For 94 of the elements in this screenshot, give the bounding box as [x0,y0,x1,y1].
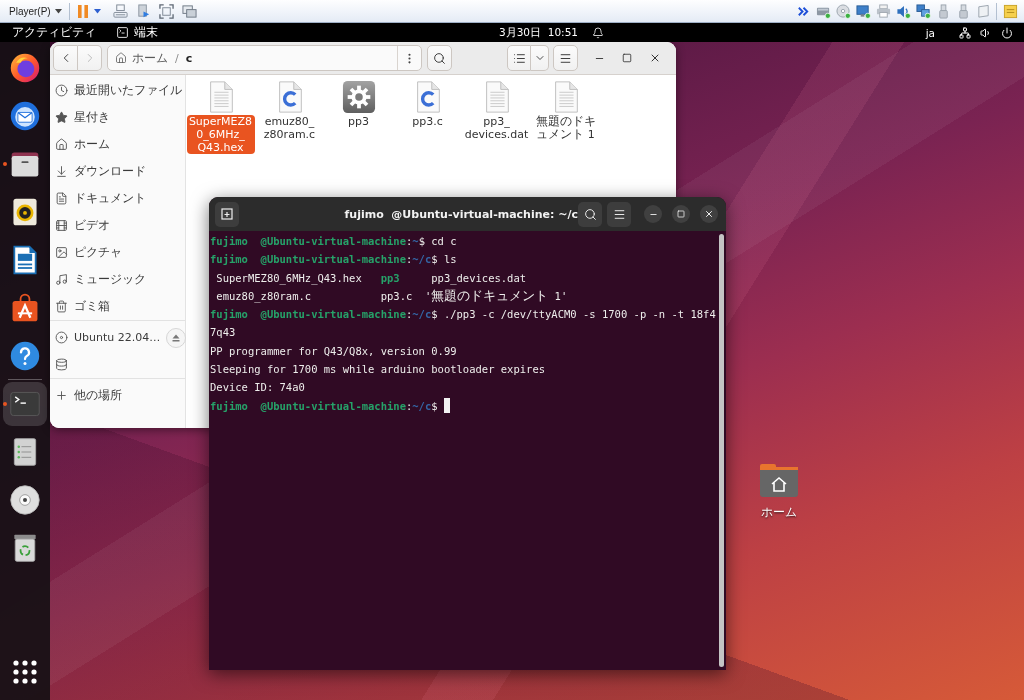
terminal-line: emuz80_z80ram.c pp3.c '無題のドキュメント 1' [215,286,568,305]
overlapping-windows-icon[interactable] [181,3,197,19]
sidebar-item[interactable]: 星付き [50,104,185,131]
close-icon [649,52,661,64]
film-icon [55,219,68,232]
eject-icon [172,333,181,342]
disc-icon[interactable] [836,3,851,19]
clock-icon [55,84,68,97]
terminal-line: fujimo @Ubuntu-virtual-machine:~/c$ ./pp3 -c /dev/ttyACM0 -s 1700 -p -n -t 18f4 [210,307,716,323]
plus-icon [55,389,68,402]
file-item[interactable]: 無題のドキュメント 1 [531,80,600,154]
document-icon [55,192,68,205]
sidebar-item[interactable]: ミュージック [50,266,185,293]
bell-icon [592,26,604,39]
close-button[interactable] [700,205,718,223]
path-segment[interactable]: c [185,51,193,65]
sidebar-item[interactable]: ホーム [50,131,185,158]
sidebar-item[interactable]: ビデオ [50,212,185,239]
note-icon[interactable] [1003,3,1018,19]
activities-button[interactable]: アクティビティ [12,24,96,41]
help-icon [9,340,41,372]
terminal-line: 7q43 [210,325,236,341]
menu-button[interactable] [607,201,631,227]
minimize-button[interactable] [644,205,662,223]
home-icon [115,52,127,64]
search-icon [433,51,446,65]
search-button[interactable] [578,201,602,227]
monitors-icon[interactable] [916,3,931,19]
network-icon [959,26,971,39]
terminal-line: Sleeping for 1700 ms while arduino bootloader expires [210,362,546,378]
menu-button[interactable] [553,45,578,71]
power-icon [1001,26,1013,39]
player-menu[interactable]: Player(P) [7,1,64,21]
caret-icon [54,8,62,14]
terminal-line: fujimo @Ubuntu-virtual-machine:~/c$ [210,398,439,414]
view-button[interactable] [507,45,531,71]
caret-icon [93,8,101,14]
path-separator: / [175,51,179,65]
disc-icon [55,331,68,344]
gear-icon [341,80,376,114]
sidebar-item[interactable]: 最近開いたファイル [50,77,185,104]
maximize-icon [622,53,632,63]
menu-icon [612,207,626,221]
app-grid-icon [13,660,37,684]
sidebar-item[interactable]: ドキュメント [50,185,185,212]
trash-icon [55,300,68,313]
system-menu[interactable] [959,24,1013,41]
sidebar-item[interactable]: ゴミ箱 [50,293,185,320]
mail-icon [9,100,41,132]
file-item[interactable]: pp3_devices.dat [462,80,531,154]
sidebar-item[interactable]: 他の場所 [50,382,185,409]
music-note-icon [55,273,68,286]
clock-button[interactable]: 3月30日 10:51 [499,24,604,41]
maximize-button[interactable] [672,205,690,223]
terminal-line: Device ID: 74a0 [210,380,305,396]
sidebar-item[interactable]: ダウンロード [50,158,185,185]
device-arrow-icon[interactable] [135,3,151,19]
menu-icon [559,51,572,65]
computer-icon[interactable] [112,3,128,19]
fullscreen-icon[interactable] [158,3,174,19]
picture-icon [55,246,68,259]
app-menu[interactable]: 端末 [116,24,158,41]
sidebar-item[interactable]: Ubuntu 22.04… [50,324,185,351]
terminal-line: PP programmer for Q43/Q8x, version 0.99 [210,343,457,359]
eject-button[interactable] [166,327,187,348]
search-button[interactable] [427,45,452,71]
new-tab-icon [221,208,233,220]
maximize-icon [677,210,685,218]
disc-icon [9,484,41,516]
download-icon [55,165,68,178]
path-segment[interactable]: ホーム [115,49,168,67]
star-icon [55,111,68,124]
file-item[interactable]: pp3.c [393,80,462,154]
file-item[interactable]: emuz80_z80ram.c [255,80,324,154]
home-icon [55,138,68,151]
speaker-icon[interactable] [896,3,911,19]
sidebar-item[interactable]: ピクチャ [50,239,185,266]
list-icon [512,51,526,65]
terminal-line: fujimo @Ubuntu-virtual-machine:~/c$ ls [210,252,457,268]
search-icon [583,207,597,221]
new-tab-button[interactable] [215,201,239,227]
monitor-icon[interactable] [856,3,871,19]
pause-icon [77,4,88,18]
window-title: fujimo @Ubuntu-virtual-machine: ~/c [344,207,578,221]
flame-globe-icon [9,52,41,84]
close-icon [704,209,714,219]
home-folder-icon [758,462,800,498]
drive-icon [55,358,68,371]
terminal-line: SuperMEZ80_6MHz_Q43.hex pp3 pp3_devices.dat [215,270,527,287]
volume-icon [980,26,992,39]
terminal-line: fujimo @Ubuntu-virtual-machine:~$ cd c [210,234,457,249]
input-method-indicator[interactable]: ja [925,26,935,39]
file-item[interactable]: pp3 [324,80,393,154]
terminal-icon [116,26,129,39]
